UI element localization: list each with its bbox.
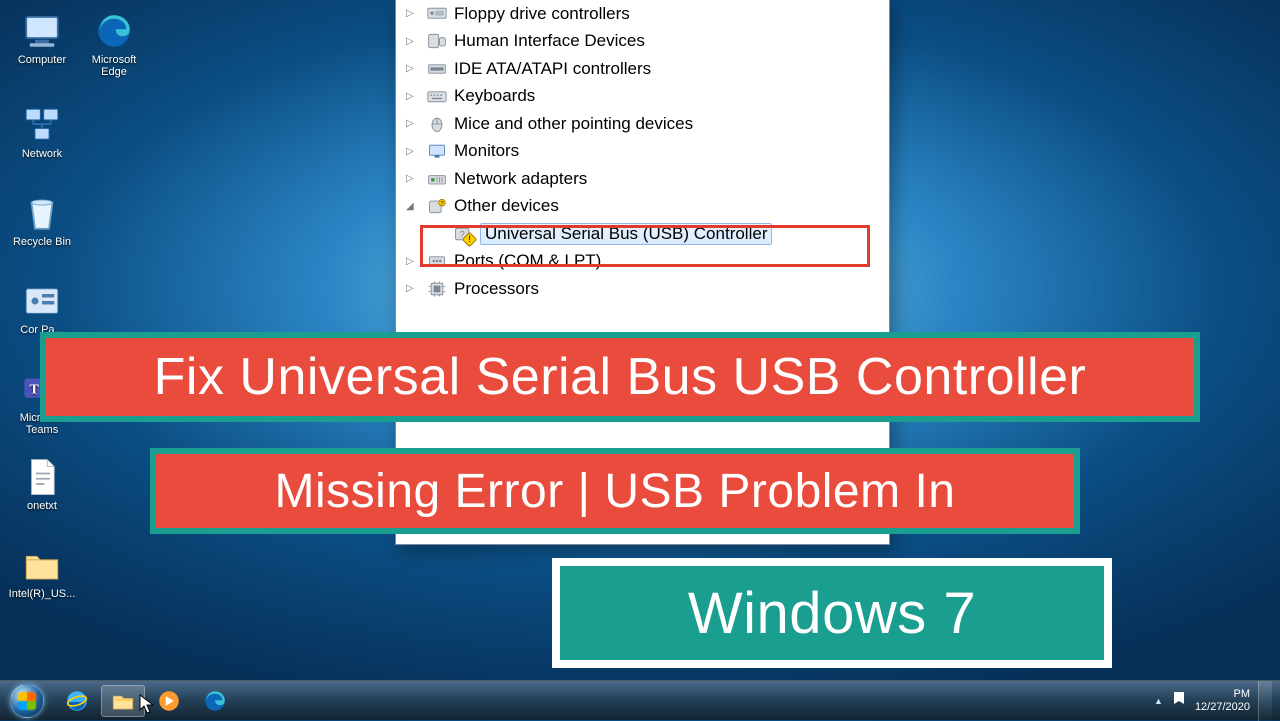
expand-icon[interactable]: ▷ <box>406 91 417 102</box>
desktop-icon-onetxt[interactable]: onetxt <box>6 452 78 540</box>
keyboard-icon <box>426 86 448 106</box>
banner-line-2: Missing Error | USB Problem In <box>150 448 1080 534</box>
tray-action-center-icon[interactable] <box>1171 691 1187 710</box>
network-icon <box>21 104 63 146</box>
expand-icon[interactable]: ▷ <box>406 256 417 267</box>
desktop-icon-label: Network <box>22 148 62 160</box>
expand-icon[interactable]: ▷ <box>406 283 417 294</box>
tree-node-label: Other devices <box>454 196 559 216</box>
banner-line-1: Fix Universal Serial Bus USB Controller <box>40 332 1200 422</box>
desktop-icons: Computer Microsoft Edge <box>6 6 151 94</box>
expand-icon[interactable]: ▷ <box>406 146 417 157</box>
tree-node-hid[interactable]: ▷Human Interface Devices <box>426 28 881 56</box>
expand-icon[interactable]: ▷ <box>406 118 417 129</box>
tree-node-label: Floppy drive controllers <box>454 4 630 24</box>
other-devices-icon: ? <box>426 196 448 216</box>
tree-node-label: Human Interface Devices <box>454 31 645 51</box>
monitor-icon <box>426 141 448 161</box>
control-panel-icon <box>21 280 63 322</box>
start-button[interactable] <box>0 681 54 721</box>
tree-node-mice[interactable]: ▷Mice and other pointing devices <box>426 110 881 138</box>
taskbar-clock[interactable]: PM 12/27/2020 <box>1195 688 1250 713</box>
desktop-icon-label: Microsoft Edge <box>79 54 149 78</box>
show-desktop-button[interactable] <box>1258 681 1272 721</box>
tree-node-label: Keyboards <box>454 86 535 106</box>
desktop-icon-label: Intel(R)_US... <box>9 588 76 600</box>
svg-text:T: T <box>29 382 39 397</box>
collapse-icon[interactable]: ◢ <box>406 201 417 212</box>
tree-node-monitors[interactable]: ▷Monitors <box>426 138 881 166</box>
desktop-icon-label: onetxt <box>27 500 57 512</box>
tree-node-label-selected: Universal Serial Bus (USB) Controller <box>480 223 772 245</box>
desktop-icon-network[interactable]: Network <box>6 100 78 188</box>
tree-node-label: IDE ATA/ATAPI controllers <box>454 59 651 79</box>
ide-icon <box>426 59 448 79</box>
banner-text: Windows 7 <box>688 580 976 647</box>
taskbar-date: 12/27/2020 <box>1195 701 1250 714</box>
ports-icon <box>426 251 448 271</box>
taskbar-time: PM <box>1195 688 1250 701</box>
tree-node-label: Monitors <box>454 141 519 161</box>
folder-icon <box>21 544 63 586</box>
tree-node-processors[interactable]: ▷Processors <box>426 275 881 303</box>
device-tree[interactable]: ▷Floppy drive controllers ▷Human Interfa… <box>396 0 889 307</box>
taskbar-icon-wmp[interactable] <box>147 685 191 717</box>
floppy-controller-icon <box>426 4 448 24</box>
tree-node-label: Ports (COM & LPT) <box>454 251 601 271</box>
tree-node-label: Network adapters <box>454 169 587 189</box>
tree-node-other-devices[interactable]: ◢?Other devices <box>426 193 881 221</box>
tree-node-ports[interactable]: ▷Ports (COM & LPT) <box>426 248 881 276</box>
desktop-icon-edge[interactable]: Microsoft Edge <box>78 6 150 94</box>
taskbar: ▲ PM 12/27/2020 <box>0 680 1280 720</box>
mouse-icon <box>426 114 448 134</box>
recycle-bin-icon <box>21 192 63 234</box>
taskbar-icon-ie[interactable] <box>55 685 99 717</box>
edge-icon <box>93 10 135 52</box>
desktop-icon-label: Recycle Bin <box>13 236 71 248</box>
tree-node-network[interactable]: ▷Network adapters <box>426 165 881 193</box>
computer-icon <box>21 10 63 52</box>
taskbar-icon-edge[interactable] <box>193 685 237 717</box>
tree-node-label: Processors <box>454 279 539 299</box>
desktop-icon-recycle-bin[interactable]: Recycle Bin <box>6 188 78 276</box>
expand-icon[interactable]: ▷ <box>406 63 417 74</box>
banner-text: Missing Error | USB Problem In <box>275 464 956 519</box>
taskbar-icon-explorer[interactable] <box>101 685 145 717</box>
expand-icon[interactable]: ▷ <box>406 8 417 19</box>
system-tray: ▲ PM 12/27/2020 <box>1154 681 1280 721</box>
desktop-icon-label: Computer <box>18 54 66 66</box>
tree-node-ide[interactable]: ▷IDE ATA/ATAPI controllers <box>426 55 881 83</box>
desktop-icon-intel-usb[interactable]: Intel(R)_US... <box>6 540 78 628</box>
expand-icon[interactable]: ▷ <box>406 36 417 47</box>
hid-icon <box>426 31 448 51</box>
banner-text: Fix Universal Serial Bus USB Controller <box>154 347 1087 407</box>
banner-line-3: Windows 7 <box>552 558 1112 668</box>
processor-icon <box>426 279 448 299</box>
unknown-device-warning-icon: ? <box>452 224 474 244</box>
tree-node-floppy[interactable]: ▷Floppy drive controllers <box>426 0 881 28</box>
network-adapter-icon <box>426 169 448 189</box>
tray-expand-icon[interactable]: ▲ <box>1154 696 1163 706</box>
desktop-icon-computer[interactable]: Computer <box>6 6 78 94</box>
expand-icon[interactable]: ▷ <box>406 173 417 184</box>
tree-node-usb-controller-problem[interactable]: ? Universal Serial Bus (USB) Controller <box>452 220 881 248</box>
tree-node-label: Mice and other pointing devices <box>454 114 693 134</box>
tree-node-keyboards[interactable]: ▷Keyboards <box>426 83 881 111</box>
text-file-icon <box>21 456 63 498</box>
